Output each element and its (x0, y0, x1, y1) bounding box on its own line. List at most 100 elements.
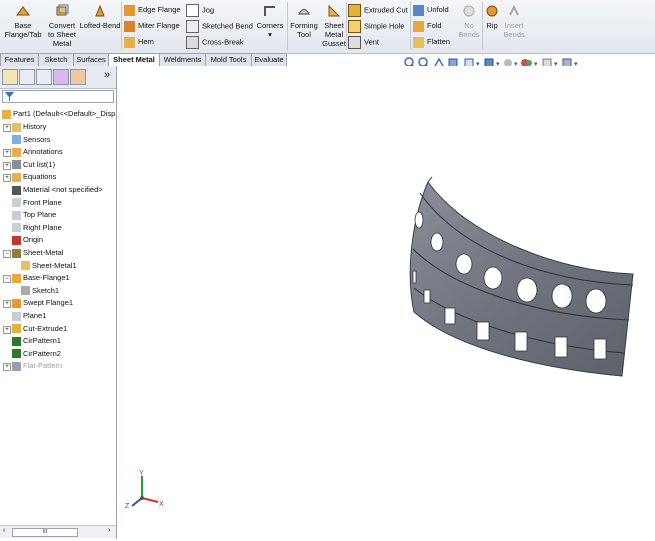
scroll-right-icon[interactable]: › (108, 527, 110, 534)
tree-expand-toggle[interactable]: − (3, 275, 11, 284)
tree-item-annotations[interactable]: Annotations (12, 146, 63, 158)
tree-expand-toggle[interactable]: + (3, 325, 11, 334)
rectangular-cutout (554, 336, 568, 358)
lofted-bend-button[interactable]: Lofted-Bend (79, 3, 121, 30)
tree-item-flat-pattern[interactable]: Flat-Pattern (12, 360, 62, 372)
tree-expand-toggle[interactable]: + (3, 124, 11, 132)
sketched-bend-label: Sketched Bend (202, 21, 253, 31)
tree-filter-input[interactable] (2, 90, 114, 103)
unfold-button[interactable]: Unfold (413, 4, 449, 16)
rectangular-cutout (444, 307, 456, 325)
no-bends-label: No (464, 21, 474, 30)
lofted-bend-icon (95, 4, 105, 17)
tree-item-label: Cut list(1) (23, 159, 56, 169)
tree-item-label: Material <not specified> (23, 185, 103, 194)
tree-item-sheet-metal1[interactable]: Sheet-Metal1 (21, 260, 77, 272)
hem-button[interactable]: Hem (124, 36, 154, 48)
no-bends-button[interactable]: No Bends (455, 3, 483, 39)
tree-expand-toggle[interactable]: + (3, 161, 11, 170)
convert-to-sheet-metal-button[interactable]: Convert to Sheet Metal (45, 3, 79, 48)
edge-flange-button[interactable]: Edge Flange (124, 4, 181, 16)
vent-button[interactable]: Vent (348, 36, 379, 49)
tree-item-material[interactable]: Material <not specified> (12, 184, 103, 196)
tree-root-part[interactable]: Part1 (Default<<Default>_Disp (2, 108, 115, 120)
display-manager-tab-icon[interactable] (70, 69, 86, 85)
tree-expand-toggle[interactable]: − (3, 250, 11, 258)
tree-horizontal-scrollbar[interactable]: ‹ III › (0, 525, 116, 538)
corners-button[interactable]: Corners ▾ (254, 3, 286, 39)
feature-manager-tab-icon[interactable] (2, 69, 18, 85)
rip-button[interactable]: Rip (483, 3, 501, 30)
tree-item-label: Origin (23, 235, 44, 245)
tree-item-front-plane[interactable]: Front Plane (12, 197, 62, 209)
hem-icon (124, 36, 135, 48)
previous-view-icon[interactable] (434, 57, 444, 67)
tab-features[interactable]: Features (0, 53, 39, 66)
tree-item-top-plane[interactable]: Top Plane (12, 209, 56, 221)
flatten-button[interactable]: Flatten (413, 36, 450, 48)
tab-sheet-metal[interactable]: Sheet Metal (108, 53, 160, 66)
tab-evaluate[interactable]: Evaluate (251, 53, 287, 66)
dimxpert-manager-tab-icon[interactable] (53, 69, 69, 85)
jog-button[interactable]: Jog (186, 4, 214, 17)
tree-item-right-plane[interactable]: Right Plane (12, 222, 62, 234)
tab-sketch[interactable]: Sketch (38, 53, 74, 66)
vent-icon (348, 36, 361, 49)
feature-manager-panel: » Part1 (Default<<Default>_Disp + History… (0, 66, 117, 539)
tree-item-swept-flange1[interactable]: Swept Flange1 (12, 297, 73, 309)
triad-y-label: Y (139, 470, 144, 477)
sheet-metal-gusset-button[interactable]: Sheet Metal Gusset (320, 3, 348, 48)
tree-item-label: Cut-Extrude1 (23, 323, 68, 333)
configuration-manager-tab-icon[interactable] (36, 69, 52, 85)
forming-tool-button[interactable]: Forming Tool (288, 3, 320, 39)
graphics-area[interactable]: Y X Z (117, 66, 655, 539)
more-tabs-icon[interactable]: » (104, 69, 110, 81)
tree-item-origin[interactable]: Origin (12, 234, 43, 246)
base-flange-label: Base (14, 21, 32, 30)
extruded-cut-button[interactable]: Extruded Cut (348, 4, 408, 17)
tree-item-plane1[interactable]: Plane1 (12, 310, 46, 322)
rip-icon (486, 5, 498, 17)
tree-item-cut-list[interactable]: Cut list(1) (12, 159, 55, 171)
tree-expand-toggle[interactable]: + (3, 149, 11, 158)
convert-label: Convert (48, 21, 76, 30)
command-manager-tabs: Features Sketch Surfaces Sheet Metal Wel… (0, 53, 287, 66)
front-plane-icon (12, 198, 21, 208)
tree-item-sensors[interactable]: Sensors (12, 134, 51, 146)
feature-manager-toolbar: » (0, 66, 116, 89)
vent-label: Vent (364, 37, 380, 47)
fold-button[interactable]: Fold (413, 20, 442, 32)
tree-item-history[interactable]: History (12, 121, 46, 133)
tree-item-equations[interactable]: Equations (12, 171, 56, 183)
circular-hole (430, 232, 444, 252)
tab-mold-tools[interactable]: Mold Tools (205, 53, 252, 66)
no-bends-label-2: Bends (458, 30, 480, 39)
sheet-metal1-icon (21, 261, 30, 271)
tree-expand-toggle[interactable]: + (3, 363, 11, 372)
tree-item-sheet-metal[interactable]: Sheet-Metal (12, 247, 63, 259)
miter-flange-button[interactable]: Miter Flange (124, 20, 180, 32)
tree-item-label: Sheet-Metal (23, 248, 64, 257)
corners-dropdown-icon[interactable]: ▾ (268, 30, 272, 39)
simple-hole-button[interactable]: Simple Hole (348, 20, 404, 33)
scroll-thumb[interactable]: III (12, 528, 78, 537)
tree-expand-toggle[interactable]: + (3, 300, 11, 309)
tree-item-base-flange1[interactable]: Base-Flange1 (12, 272, 70, 284)
property-manager-tab-icon[interactable] (19, 69, 35, 85)
sketched-bend-button[interactable]: Sketched Bend (186, 20, 253, 33)
reference-triad[interactable]: Y X Z (125, 470, 164, 510)
tree-item-sketch1[interactable]: Sketch1 (21, 285, 59, 297)
sketch1-icon (21, 286, 30, 296)
insert-bends-button[interactable]: Insert Bends (500, 3, 528, 39)
scroll-left-icon[interactable]: ‹ (3, 527, 5, 534)
tab-weldments[interactable]: Weldments (159, 53, 206, 66)
flatten-icon (413, 36, 424, 48)
insert-bends-label: Insert (504, 21, 524, 30)
cross-break-button[interactable]: Cross-Break (186, 36, 244, 49)
tree-item-cirpattern1[interactable]: CirPattern1 (12, 335, 61, 347)
base-flange-button[interactable]: Base Flange/Tab (3, 3, 43, 39)
tab-surfaces[interactable]: Surfaces (73, 53, 109, 66)
tree-item-cirpattern2[interactable]: CirPattern2 (12, 348, 61, 360)
tree-expand-toggle[interactable]: + (3, 174, 11, 183)
tree-item-cut-extrude1[interactable]: Cut-Extrude1 (12, 323, 67, 335)
